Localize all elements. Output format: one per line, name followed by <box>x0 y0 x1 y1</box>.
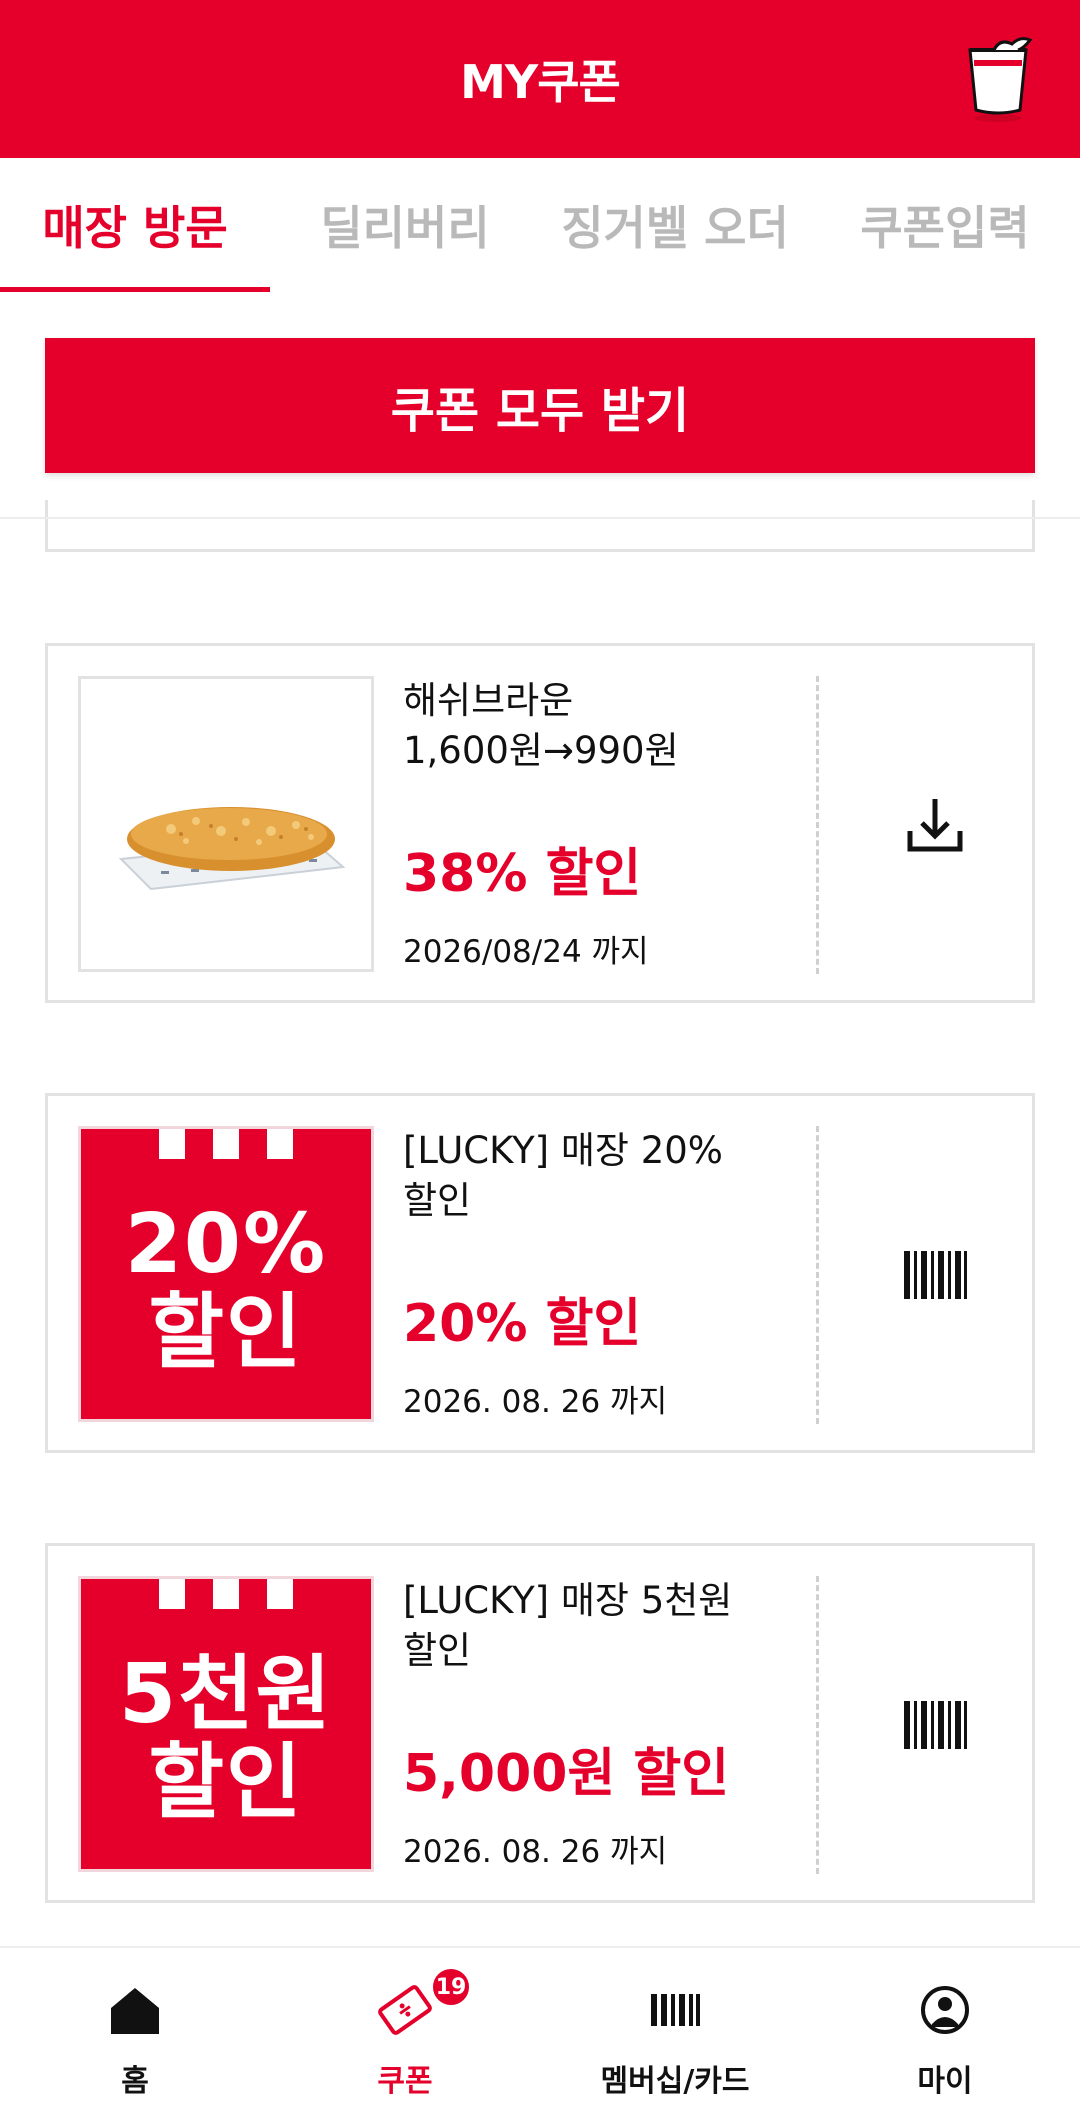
coupon-count-badge: 19 <box>430 1966 472 2008</box>
app-header: MY쿠폰 <box>0 0 1080 158</box>
barcode-icon <box>651 1994 700 2026</box>
promo-line: 할인 <box>148 1285 304 1380</box>
stripe <box>213 1129 239 1159</box>
coupon-title: [LUCKY] 매장 20% 할인 <box>403 1126 823 1226</box>
promo-image-text: 20% 할인 <box>81 1201 371 1377</box>
nav-label: 마이 <box>917 2064 973 2099</box>
bucket-icon[interactable] <box>964 32 1040 124</box>
tab-delivery[interactable]: 딜리버리 <box>270 158 540 292</box>
coupon-discount: 20% 할인 <box>403 1294 642 1354</box>
coupon-title-line: 할인 <box>403 1179 472 1222</box>
coupon-title-line: 1,600원→990원 <box>403 729 679 772</box>
dashed-divider <box>816 676 819 974</box>
nav-label: 멤버십/카드 <box>600 2064 750 2099</box>
coupon-title: 해쉬브라운 1,600원→990원 <box>403 676 823 776</box>
nav-coupon[interactable]: 19 쿠폰 <box>270 1948 540 2106</box>
nav-label: 홈 <box>121 2064 149 2099</box>
coupon-card-partial <box>45 500 1035 552</box>
get-all-coupons-button[interactable]: 쿠폰 모두 받기 <box>45 338 1035 473</box>
nav-my[interactable]: 마이 <box>810 1948 1080 2106</box>
tab-bar: 매장 방문 딜리버리 징거벨 오더 쿠폰입력 <box>0 158 1080 292</box>
stripe <box>267 1129 293 1159</box>
coupon-card[interactable]: 해쉬브라운 1,600원→990원 38% 할인 2026/08/24 까지 <box>45 643 1035 1003</box>
bottom-nav: 홈 19 쿠폰 멤버십/카드 마이 <box>0 1946 1080 2106</box>
coupon-title-line: [LUCKY] 매장 5천원 <box>403 1579 733 1622</box>
coupon-title: [LUCKY] 매장 5천원 할인 <box>403 1576 823 1676</box>
dashed-divider <box>816 1576 819 1874</box>
stripe <box>159 1129 185 1159</box>
user-icon <box>921 1986 969 2034</box>
coupon-card[interactable]: 20% 할인 [LUCKY] 매장 20% 할인 20% 할인 2026. 08… <box>45 1093 1035 1453</box>
promo-image-text: 5천원 할인 <box>81 1651 371 1827</box>
hash-brown-photo <box>78 676 374 972</box>
nav-label: 쿠폰 <box>377 2064 433 2099</box>
coupon-promo-image: 20% 할인 <box>78 1126 374 1422</box>
coupon-title-line: [LUCKY] 매장 20% <box>403 1129 723 1172</box>
stripe <box>267 1579 293 1609</box>
tab-coupon-input[interactable]: 쿠폰입력 <box>810 158 1080 292</box>
coupon-title-line: 해쉬브라운 <box>403 679 574 722</box>
page-title: MY쿠폰 <box>460 55 621 109</box>
coupon-discount: 5,000원 할인 <box>403 1744 730 1804</box>
stripe <box>159 1579 185 1609</box>
coupon-discount: 38% 할인 <box>403 844 642 904</box>
hash-brown-image <box>118 807 346 891</box>
nav-membership-card[interactable]: 멤버십/카드 <box>540 1948 810 2106</box>
tab-zinger-bell-order[interactable]: 징거벨 오더 <box>540 158 810 292</box>
promo-line: 5천원 <box>119 1647 333 1742</box>
barcode-icon[interactable] <box>900 1241 970 1311</box>
nav-home[interactable]: 홈 <box>0 1948 270 2106</box>
coupon-card[interactable]: 5천원 할인 [LUCKY] 매장 5천원 할인 5,000원 할인 2026.… <box>45 1543 1035 1903</box>
home-icon <box>111 1988 159 2034</box>
coupon-expiry: 2026/08/24 까지 <box>403 934 649 970</box>
stripe <box>213 1579 239 1609</box>
tab-store-visit[interactable]: 매장 방문 <box>0 158 270 292</box>
barcode-icon[interactable] <box>900 1691 970 1761</box>
list-divider <box>0 517 1080 519</box>
coupon-title-line: 할인 <box>403 1629 472 1672</box>
dashed-divider <box>816 1126 819 1424</box>
promo-line: 20% <box>124 1197 328 1292</box>
download-icon[interactable] <box>900 791 970 861</box>
coupon-promo-image: 5천원 할인 <box>78 1576 374 1872</box>
coupon-expiry: 2026. 08. 26 까지 <box>403 1834 668 1870</box>
promo-line: 할인 <box>148 1735 304 1830</box>
coupon-icon <box>378 1985 432 2035</box>
coupon-expiry: 2026. 08. 26 까지 <box>403 1384 668 1420</box>
